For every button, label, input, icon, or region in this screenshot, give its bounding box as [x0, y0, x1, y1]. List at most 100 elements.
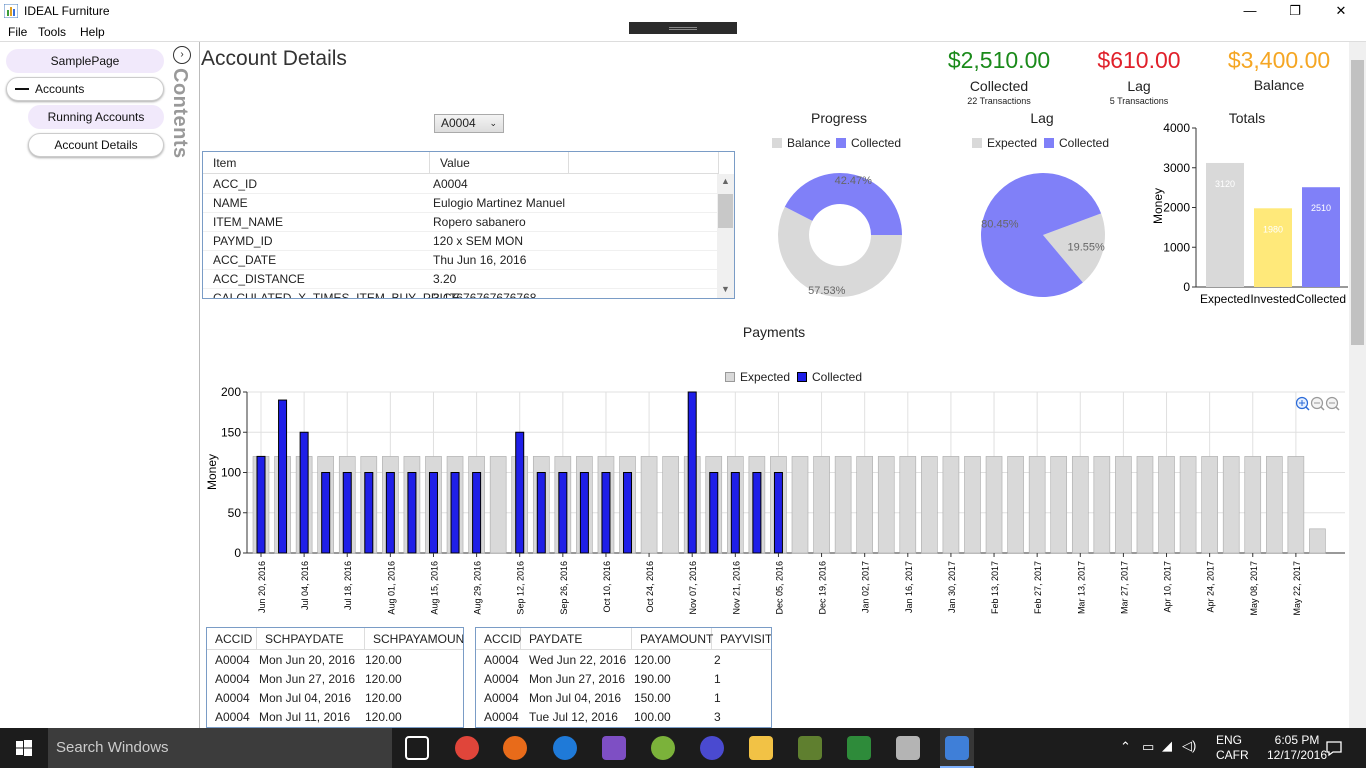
table-cell[interactable]: A0004 [207, 651, 250, 670]
grid-row[interactable]: ACC_DATE Thu Jun 16, 2016 [203, 251, 719, 270]
account-select[interactable]: A0004 ⌄ [434, 114, 504, 133]
account-property-grid[interactable]: Item Value ACC_ID A0004 NAME Eulogio Marti… [202, 151, 735, 299]
table-cell[interactable]: A0004 [207, 708, 250, 727]
sidebar-item-accounts[interactable]: Accounts [6, 77, 164, 101]
expected-bar [813, 456, 830, 554]
table-cell[interactable]: 190.00 [626, 670, 671, 689]
grid-row[interactable]: NAME Eulogio Martinez Manuel [203, 194, 719, 213]
chrome-icon[interactable] [455, 736, 479, 760]
table-header[interactable]: PAYVISITS [712, 628, 771, 650]
grid-row[interactable]: ACC_DISTANCE 3.20 [203, 270, 719, 289]
y-tick-label: 100 [221, 466, 241, 480]
excel-icon[interactable] [847, 736, 871, 760]
page-scrollbar[interactable] [1349, 42, 1366, 728]
table-cell[interactable]: 120.00 [357, 689, 402, 708]
battery-icon[interactable]: ▭ [1142, 739, 1154, 755]
grid-row[interactable]: PAYMD_ID 120 x SEM MON [203, 232, 719, 251]
menu-file[interactable]: File [8, 25, 27, 39]
table-cell[interactable]: Mon Jul 11, 2016 [251, 708, 350, 727]
table-cell[interactable]: A0004 [476, 689, 519, 708]
collected-bar [601, 472, 611, 554]
table-cell[interactable]: A0004 [476, 670, 519, 689]
table-cell[interactable]: 120.00 [357, 708, 402, 727]
visual-studio-icon[interactable] [602, 736, 626, 760]
table-cell[interactable]: Wed Jun 22, 2016 [521, 651, 626, 670]
firefox-icon[interactable] [503, 736, 527, 760]
sidebar-item-account-details[interactable]: Account Details [28, 133, 164, 157]
language-indicator[interactable]: ENG CAFR [1216, 733, 1256, 763]
page-scroll-thumb[interactable] [1351, 60, 1364, 345]
schedule-table[interactable]: ACCID SCHPAYDATE SCHPAYAMOUNT A0004 Mon J… [206, 627, 464, 728]
sidebar-item-running-accounts[interactable]: Running Accounts [28, 105, 164, 129]
volume-icon[interactable]: ◁) [1182, 738, 1196, 754]
balance-amount: $3,400.00 [1227, 47, 1331, 73]
table-cell[interactable]: Mon Jun 27, 2016 [251, 670, 355, 689]
table-cell[interactable]: 1 [706, 670, 721, 689]
table-header[interactable]: ACCID [207, 628, 257, 650]
expected-bar [1309, 528, 1326, 554]
git-icon[interactable] [798, 736, 822, 760]
table-cell[interactable]: 120.00 [357, 651, 402, 670]
table-cell[interactable]: A0004 [207, 689, 250, 708]
menu-help[interactable]: Help [80, 25, 105, 39]
table-header[interactable]: PAYDATE [521, 628, 632, 650]
ideal-furniture-icon[interactable] [945, 736, 969, 760]
table-header[interactable]: PAYAMOUNT [632, 628, 713, 650]
table-header[interactable]: ACCID [476, 628, 521, 650]
zoom-reset-icon[interactable] [1325, 396, 1340, 411]
table-cell[interactable]: 120.00 [357, 670, 402, 689]
grid-scroll-thumb[interactable] [718, 194, 733, 228]
table-cell[interactable]: Mon Jul 04, 2016 [251, 689, 351, 708]
grid-row[interactable]: CALCULATED_X_TIMES_ITEM_BUY_PRICE 3.17676… [203, 289, 719, 298]
table-cell[interactable]: 120.00 [626, 651, 671, 670]
zoom-out-icon[interactable] [1310, 396, 1325, 411]
payments-table[interactable]: ACCID PAYDATE PAYAMOUNT PAYVISITS A0004W… [475, 627, 772, 728]
x-tick-label: Feb 27, 2017 [1033, 561, 1043, 614]
grid-scrollbar[interactable]: ▲ ▼ [717, 174, 734, 298]
collapse-icon [15, 88, 29, 90]
network-icon[interactable]: ◢ [1162, 738, 1172, 754]
zoom-in-icon[interactable] [1295, 396, 1310, 411]
table-header[interactable]: SCHPAYAMOUNT [365, 628, 463, 650]
table-cell[interactable]: A0004 [207, 670, 250, 689]
grid-header-item[interactable]: Item [203, 152, 430, 174]
collected-bar [385, 472, 395, 554]
grid-row[interactable]: ITEM_NAME Ropero sabanero [203, 213, 719, 232]
restore-button[interactable]: ❐ [1272, 0, 1318, 24]
close-button[interactable]: ✕ [1318, 0, 1364, 24]
scroll-up-icon[interactable]: ▲ [717, 176, 734, 186]
table-cell[interactable]: Mon Jun 20, 2016 [251, 651, 355, 670]
windows-start-icon[interactable] [0, 728, 48, 768]
app-icon[interactable] [700, 736, 724, 760]
scroll-down-icon[interactable]: ▼ [717, 284, 734, 294]
taskbar-search-input[interactable]: Search Windows [48, 728, 392, 768]
android-icon[interactable] [651, 736, 675, 760]
task-view-icon[interactable] [405, 736, 429, 760]
file-explorer-icon[interactable] [749, 736, 773, 760]
table-cell[interactable]: 150.00 [626, 689, 671, 708]
contents-label[interactable]: Contents [169, 68, 193, 178]
tray-chevron-up-icon[interactable]: ⌃ [1120, 739, 1131, 755]
table-cell[interactable]: 2 [706, 651, 721, 670]
minimize-button[interactable]: — [1227, 0, 1273, 24]
table-cell[interactable]: A0004 [476, 651, 519, 670]
menu-tools[interactable]: Tools [38, 25, 66, 39]
table-header[interactable]: SCHPAYDATE [257, 628, 365, 650]
table-cell[interactable]: A0004 [476, 708, 519, 727]
sidebar-item-samplepage[interactable]: SamplePage [6, 49, 164, 73]
pie-slice-label: 57.53% [808, 285, 846, 297]
totals-bar-value: 2510 [1311, 203, 1331, 213]
edge-icon[interactable] [553, 736, 577, 760]
table-cell[interactable]: Tue Jul 12, 2016 [521, 708, 618, 727]
notifications-icon[interactable] [1325, 739, 1343, 757]
tools-icon[interactable] [896, 736, 920, 760]
table-cell[interactable]: Mon Jul 04, 2016 [521, 689, 621, 708]
table-cell[interactable]: Mon Jun 27, 2016 [521, 670, 625, 689]
contents-toggle-icon[interactable]: › [173, 46, 191, 64]
table-cell[interactable]: 100.00 [626, 708, 671, 727]
table-cell[interactable]: 1 [706, 689, 721, 708]
clock[interactable]: 6:05 PM 12/17/2016 [1260, 733, 1334, 763]
table-cell[interactable]: 3 [706, 708, 721, 727]
grid-header-value[interactable]: Value [430, 152, 569, 174]
grid-row[interactable]: ACC_ID A0004 [203, 175, 719, 194]
